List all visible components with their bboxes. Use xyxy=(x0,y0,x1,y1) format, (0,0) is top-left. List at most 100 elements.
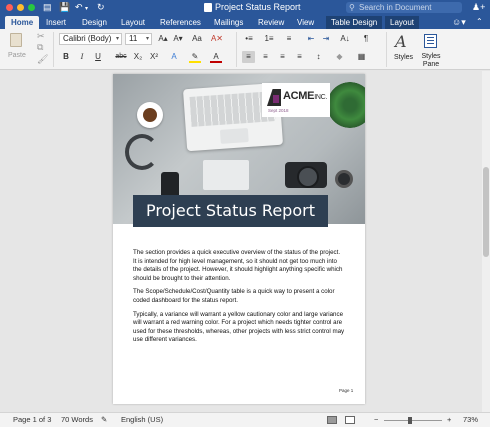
plant-image xyxy=(327,82,365,128)
chevron-down-icon: ▾ xyxy=(115,36,119,42)
format-painter-icon[interactable]: 🖌 xyxy=(37,54,48,65)
shading-button[interactable]: ◆ xyxy=(333,51,346,63)
tab-view[interactable]: View xyxy=(297,16,314,29)
word-count[interactable]: 70 Words xyxy=(61,413,93,427)
logo-mark-icon xyxy=(267,89,281,106)
sort-button[interactable]: A↓ xyxy=(338,33,352,45)
close-window-button[interactable] xyxy=(6,4,13,11)
search-placeholder: Search in Document xyxy=(359,3,432,12)
zoom-in-button[interactable]: + xyxy=(447,413,451,427)
tab-references[interactable]: References xyxy=(160,16,201,29)
lens-image xyxy=(335,170,353,188)
logo-name: ACME xyxy=(283,90,315,102)
numbering-button[interactable]: 1≡ xyxy=(262,33,276,45)
divider xyxy=(386,32,387,67)
title-banner: Project Status Report xyxy=(133,195,328,227)
tab-design[interactable]: Design xyxy=(82,16,107,29)
align-left-button[interactable]: ≡ xyxy=(242,51,255,63)
tab-table-layout[interactable]: Layout xyxy=(385,16,420,29)
increase-indent-button[interactable]: ⇥ xyxy=(320,33,332,45)
page-count[interactable]: Page 1 of 3 xyxy=(13,413,51,427)
zoom-level[interactable]: 73% xyxy=(463,413,478,427)
italic-button[interactable]: I xyxy=(77,51,87,63)
clear-formatting-button[interactable]: A✕ xyxy=(210,33,224,45)
ribbon-home: Paste ✂ ⧉ 🖌 Calibri (Body) ▾ 11 ▾ A▴ A▾ … xyxy=(0,29,490,70)
company-logo: ACMEINC. Sept 2018 xyxy=(262,83,330,117)
collapse-ribbon-icon[interactable]: ⌃ xyxy=(476,17,483,26)
language[interactable]: English (US) xyxy=(121,413,163,427)
styles-pane-icon[interactable] xyxy=(424,34,437,48)
paragraph[interactable]: The section provides a quick executive o… xyxy=(133,249,345,283)
paragraph[interactable]: Typically, a variance will warrant a yel… xyxy=(133,311,345,345)
camera-image xyxy=(285,162,327,188)
bullets-button[interactable]: •≡ xyxy=(242,33,256,45)
text-effects-button[interactable]: A xyxy=(168,51,180,63)
bold-button[interactable]: B xyxy=(61,51,71,63)
highlight-button[interactable]: ✎ xyxy=(189,51,201,63)
line-spacing-button[interactable]: ↕ xyxy=(312,51,325,63)
page-number: Page 1 xyxy=(339,388,354,393)
shrink-font-button[interactable]: A▾ xyxy=(172,33,184,45)
zoom-slider[interactable] xyxy=(384,420,442,421)
tab-table-design[interactable]: Table Design xyxy=(326,16,383,29)
save-icon[interactable]: 💾 xyxy=(59,2,70,13)
trackpad-image xyxy=(219,127,249,144)
tab-insert[interactable]: Insert xyxy=(46,16,66,29)
align-right-button[interactable]: ≡ xyxy=(276,51,289,63)
font-size-select[interactable]: 11 ▾ xyxy=(125,33,152,45)
search-icon: ⚲ xyxy=(349,3,355,12)
show-marks-button[interactable]: ¶ xyxy=(360,33,372,45)
multilevel-list-button[interactable]: ≡ xyxy=(282,33,296,45)
proofing-icon[interactable]: ✎ xyxy=(101,413,107,427)
font-name-select[interactable]: Calibri (Body) ▾ xyxy=(59,33,122,45)
cut-icon[interactable]: ✂ xyxy=(37,31,45,42)
body-text[interactable]: The section provides a quick executive o… xyxy=(133,249,345,350)
web-layout-view-button[interactable] xyxy=(345,416,355,424)
zoom-window-button[interactable] xyxy=(28,4,35,11)
font-size-value: 11 xyxy=(129,34,138,43)
styles-icon[interactable]: A xyxy=(395,32,407,51)
scrollbar-thumb[interactable] xyxy=(483,167,489,257)
styles-pane-label[interactable]: Styles Pane xyxy=(420,53,442,69)
print-layout-view-button[interactable] xyxy=(327,416,337,424)
logo-suffix: INC. xyxy=(314,94,328,101)
font-name-value: Calibri (Body) xyxy=(63,34,112,43)
grow-font-button[interactable]: A▴ xyxy=(157,33,169,45)
search-input[interactable]: ⚲ Search in Document xyxy=(346,2,462,13)
strikethrough-button[interactable]: abc xyxy=(114,51,128,63)
chevron-down-icon: ▾ xyxy=(145,36,149,42)
paragraph[interactable]: The Scope/Schedule/Cost/Quantity table i… xyxy=(133,288,345,305)
autosave-icon[interactable]: ▤ xyxy=(43,2,52,13)
document-title[interactable]: Project Status Report xyxy=(133,195,328,227)
undo-dropdown-icon[interactable]: ▾ xyxy=(85,4,88,15)
logo-date: Sept 2018 xyxy=(268,108,289,113)
headphones-image xyxy=(125,134,159,170)
minimize-window-button[interactable] xyxy=(17,4,24,11)
styles-label[interactable]: Styles xyxy=(394,54,413,61)
vertical-scrollbar[interactable] xyxy=(482,71,490,412)
align-center-button[interactable]: ≡ xyxy=(259,51,272,63)
share-icon[interactable]: ♟+ xyxy=(472,2,485,13)
subscript-button[interactable]: X₂ xyxy=(132,51,144,63)
copy-icon[interactable]: ⧉ xyxy=(37,42,43,53)
underline-button[interactable]: U xyxy=(93,51,103,63)
redo-icon[interactable]: ↻ xyxy=(97,2,105,13)
decrease-indent-button[interactable]: ⇤ xyxy=(305,33,317,45)
change-case-button[interactable]: Aa xyxy=(190,33,204,45)
tab-mailings[interactable]: Mailings xyxy=(214,16,243,29)
borders-button[interactable]: ▦ xyxy=(355,51,368,63)
ribbon-tabs: Home Insert Design Layout References Mai… xyxy=(0,15,490,29)
undo-icon[interactable]: ↶ xyxy=(75,2,83,13)
paste-icon[interactable] xyxy=(10,33,22,47)
font-color-button[interactable]: A xyxy=(210,51,222,63)
divider xyxy=(236,32,237,67)
tab-home[interactable]: Home xyxy=(5,16,40,29)
tab-review[interactable]: Review xyxy=(258,16,284,29)
justify-button[interactable]: ≡ xyxy=(293,51,306,63)
document-page[interactable]: ACMEINC. Sept 2018 Project Status Report… xyxy=(113,74,365,404)
feedback-icon[interactable]: ☺▾ xyxy=(452,17,466,28)
superscript-button[interactable]: X² xyxy=(148,51,160,63)
zoom-out-button[interactable]: − xyxy=(374,413,378,427)
tab-layout[interactable]: Layout xyxy=(121,16,145,29)
zoom-slider-thumb[interactable] xyxy=(408,417,412,424)
